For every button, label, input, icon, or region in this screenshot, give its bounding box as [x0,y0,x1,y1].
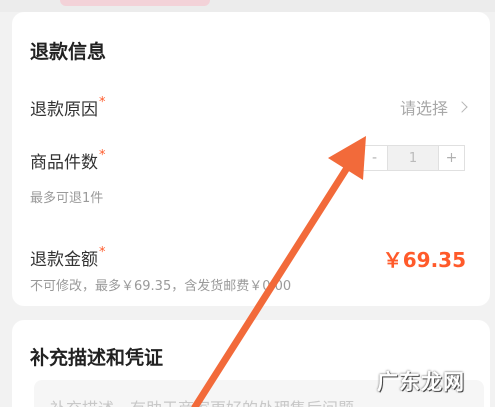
annotation-arrow-icon [191,136,366,407]
arrow-shaft [191,156,356,407]
watermark-logo: 广东龙网 [377,370,465,394]
